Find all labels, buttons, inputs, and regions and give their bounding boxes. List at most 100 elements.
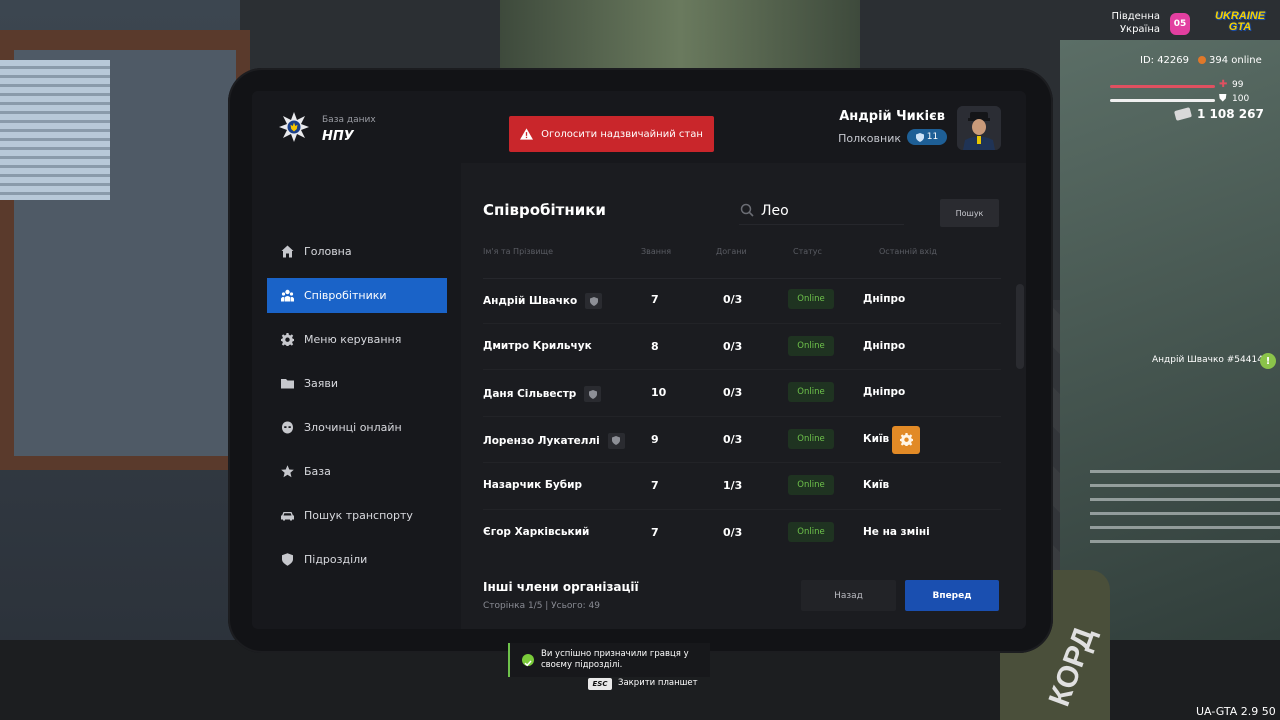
column-header-rank: Звання bbox=[641, 247, 672, 256]
background-street bbox=[500, 0, 860, 70]
armor-value: 100 bbox=[1232, 94, 1250, 104]
search-input[interactable] bbox=[761, 199, 901, 223]
employee-name: Лорензо Лукателлі bbox=[483, 432, 625, 449]
table-row[interactable]: Андрій Швачко 7 0/3 Online Дніпро bbox=[483, 277, 1001, 324]
shield-icon bbox=[915, 132, 924, 142]
gear-icon bbox=[899, 433, 913, 447]
esc-key-hint[interactable]: ESC bbox=[588, 678, 612, 690]
money-value: 1 108 267 bbox=[1197, 107, 1264, 121]
server-badge: 05 bbox=[1170, 13, 1190, 35]
sidebar-item-units[interactable]: Підрозділи bbox=[267, 542, 447, 577]
other-members-title: Інші члени організації bbox=[483, 580, 639, 594]
employee-name-label: Назарчик Бубир bbox=[483, 479, 582, 492]
sidebar-item-label: База bbox=[304, 465, 331, 478]
success-toast: Ви успішно призначили гравця у своєму пі… bbox=[508, 643, 710, 677]
sidebar-item-label: Підрозділи bbox=[304, 553, 368, 566]
online-count-label: 394 online bbox=[1209, 55, 1262, 66]
employee-name: Даня Сільвестр bbox=[483, 386, 602, 403]
employee-warnings: 0/3 bbox=[723, 339, 743, 353]
shield-badge-icon bbox=[607, 432, 625, 449]
sidebar-item-vehicle-search[interactable]: Пошук транспорту bbox=[267, 498, 447, 533]
nearby-player-tag: Андрій Швачко #54414 bbox=[1152, 355, 1263, 365]
sidebar-item-home[interactable]: Головна bbox=[267, 234, 447, 269]
money: 1 108 267 bbox=[1173, 107, 1264, 121]
employee-name-label: Дмитро Крильчук bbox=[483, 339, 592, 352]
employee-name-label: Єгор Харківський bbox=[483, 525, 590, 538]
shield-icon bbox=[282, 553, 293, 566]
next-button[interactable]: Вперед bbox=[905, 580, 999, 611]
avatar[interactable] bbox=[957, 106, 1001, 150]
status-badge: Online bbox=[788, 382, 834, 403]
game-logo: UKRAINE GTA bbox=[1212, 11, 1268, 37]
officer-portrait-icon bbox=[957, 106, 1001, 150]
user-level-value: 11 bbox=[926, 132, 939, 142]
exclamation-icon: ! bbox=[1260, 353, 1276, 369]
online-dot-icon bbox=[1198, 56, 1206, 64]
employee-name-label: Андрій Швачко bbox=[483, 295, 578, 307]
sidebar-item-label: Співробітники bbox=[304, 289, 387, 302]
sidebar-item-applications[interactable]: Заяви bbox=[267, 366, 447, 401]
column-header-name: Ім'я та Прізвище bbox=[483, 247, 553, 256]
sidebar-item-database[interactable]: База bbox=[267, 454, 447, 489]
gear-icon bbox=[281, 333, 294, 346]
employee-rank: 8 bbox=[651, 339, 659, 353]
user-rank: Полковник bbox=[838, 132, 901, 145]
brand-title: НПУ bbox=[322, 129, 354, 144]
table-row[interactable]: Єгор Харківський 7 0/3 Online Не на змін… bbox=[483, 510, 1001, 557]
table-row[interactable]: Лорензо Лукателлі 9 0/3 Online Київ bbox=[483, 417, 1001, 464]
employee-warnings: 0/3 bbox=[723, 293, 743, 306]
status-badge: Online bbox=[788, 428, 834, 449]
employee-warnings: 0/3 bbox=[723, 525, 743, 539]
game-version: UA-GTA 2.9 50 bbox=[1196, 705, 1276, 718]
sidebar-nav: Головна Співробітники Меню керування Зая… bbox=[267, 234, 447, 586]
armor-bar bbox=[1110, 99, 1215, 102]
folder-icon bbox=[281, 379, 294, 389]
health-bar bbox=[1110, 85, 1215, 88]
sidebar-item-criminals-online[interactable]: Злочинці онлайн bbox=[267, 410, 447, 445]
sidebar-item-label: Головна bbox=[304, 245, 352, 258]
sidebar-item-label: Злочинці онлайн bbox=[304, 421, 402, 434]
status-badge: Online bbox=[788, 335, 834, 356]
employee-warnings: 0/3 bbox=[723, 386, 743, 400]
table-row[interactable]: Даня Сільвестр 10 0/3 Online Дніпро bbox=[483, 370, 1001, 417]
toast-message: Ви успішно призначили гравця у своєму пі… bbox=[541, 649, 689, 670]
cash-icon bbox=[1173, 107, 1193, 121]
employee-warnings: 0/3 bbox=[723, 432, 743, 446]
employee-name: Андрій Швачко bbox=[483, 293, 603, 309]
manage-employee-button[interactable] bbox=[892, 425, 920, 454]
table-row[interactable]: Дмитро Крильчук 8 0/3 Online Дніпро bbox=[483, 324, 1001, 371]
column-header-last-login: Останній вхід bbox=[879, 247, 937, 256]
employee-name-label: Даня Сільвестр bbox=[483, 388, 577, 401]
table-row[interactable]: Назарчик Бубир 7 1/3 Online Київ bbox=[483, 463, 1001, 510]
back-button[interactable]: Назад bbox=[801, 580, 896, 611]
glass-door-stripes bbox=[1090, 470, 1280, 550]
status-badge: Online bbox=[788, 475, 834, 496]
brand-subtitle: База даних bbox=[322, 115, 376, 125]
mask-icon bbox=[282, 421, 293, 434]
users-icon bbox=[281, 289, 294, 302]
hud-region-line: Україна bbox=[1119, 24, 1160, 35]
declare-emergency-button[interactable]: Оголосити надзвичайний стан bbox=[509, 116, 714, 152]
employee-name: Єгор Харківський bbox=[483, 526, 589, 538]
health-value: 99 bbox=[1232, 80, 1244, 90]
status-badge: Online bbox=[788, 521, 834, 542]
column-header-status: Статус bbox=[793, 247, 822, 256]
sidebar-item-control-menu[interactable]: Меню керування bbox=[267, 322, 447, 357]
employee-name: Дмитро Крильчук bbox=[483, 340, 592, 352]
game-logo-line: GTA bbox=[1228, 21, 1252, 33]
search-button[interactable]: Пошук bbox=[940, 199, 999, 227]
scrollbar[interactable] bbox=[1016, 284, 1024, 369]
armor-shield-icon: ⛊ bbox=[1219, 93, 1227, 104]
player-id: ID: 42269 bbox=[1140, 55, 1190, 66]
employee-last-login: Не на зміні bbox=[863, 525, 930, 538]
employee-last-login: Київ bbox=[863, 479, 890, 492]
sidebar-item-employees[interactable]: Співробітники bbox=[267, 278, 447, 313]
warning-icon bbox=[520, 128, 534, 140]
table-header: Ім'я та Прізвище Звання Догани Статус Ос… bbox=[483, 247, 1001, 279]
employees-table: Андрій Швачко 7 0/3 Online Дніпро Дмитро… bbox=[483, 277, 1001, 557]
page-title: Співробітники bbox=[483, 201, 606, 219]
shield-badge-icon bbox=[585, 293, 603, 309]
employee-rank: 7 bbox=[651, 479, 659, 493]
online-count: 394 online bbox=[1198, 55, 1262, 66]
employee-warnings: 1/3 bbox=[723, 479, 743, 493]
